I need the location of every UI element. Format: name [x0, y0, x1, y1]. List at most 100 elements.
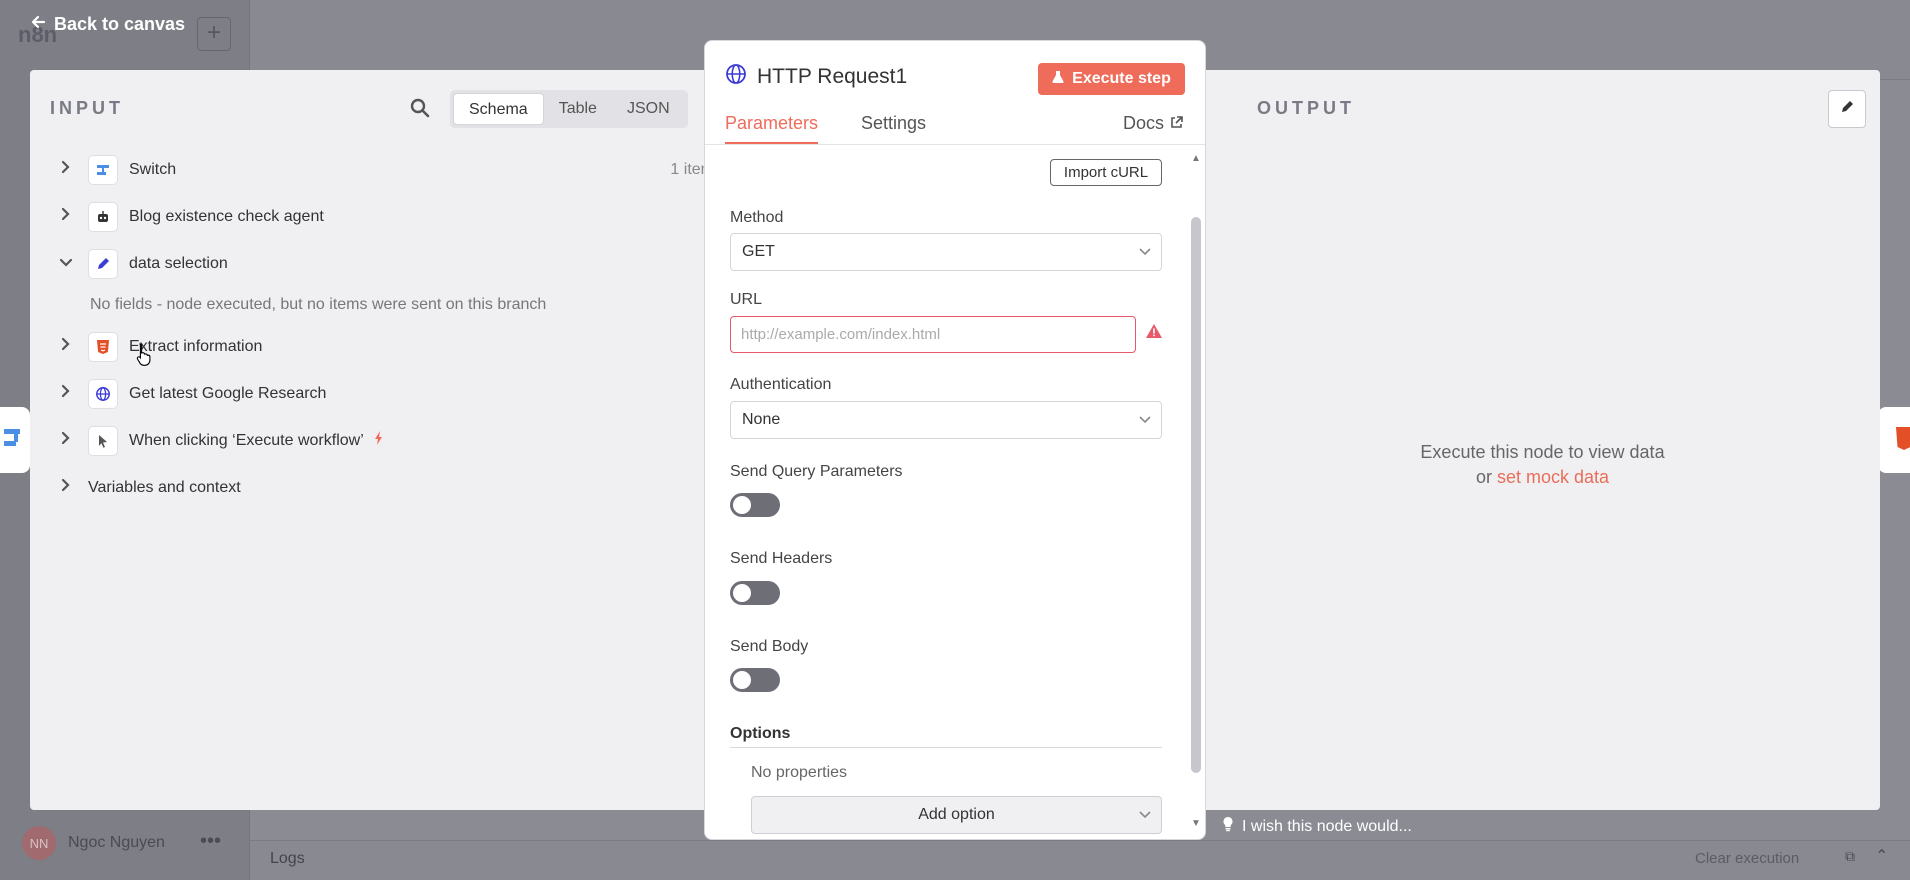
send-query-label: Send Query Parameters: [730, 463, 903, 480]
url-label: URL: [730, 291, 763, 308]
flask-icon: [1052, 70, 1064, 89]
chevron-right-icon[interactable]: [58, 478, 74, 497]
globe-icon: [88, 378, 118, 409]
back-to-canvas-label: Back to canvas: [54, 14, 186, 34]
chevron-down-icon[interactable]: [58, 255, 74, 273]
bg-chevron-up-icon: ⌃: [1875, 848, 1889, 865]
authentication-value: None: [742, 411, 781, 428]
method-label: Method: [730, 209, 784, 226]
parameters-panel: HTTP Request1 Execute step Parameters Se…: [704, 40, 1206, 840]
options-title: Options: [730, 725, 791, 742]
bg-logs-label: Logs: [270, 850, 305, 867]
arrow-left-icon: [30, 14, 46, 35]
view-schema[interactable]: Schema: [453, 93, 544, 125]
node-tabs: Parameters Settings Docs: [705, 113, 1205, 145]
send-headers-label: Send Headers: [730, 550, 833, 567]
tree-row-data-selection[interactable]: data selection: [30, 240, 720, 287]
prev-node-stub[interactable]: [0, 407, 30, 473]
warning-icon: [1145, 323, 1163, 344]
scroll-thumb[interactable]: [1191, 217, 1201, 773]
tree-label: Variables and context: [88, 478, 241, 496]
output-empty-text: Execute this node to view data: [1420, 442, 1665, 462]
view-json[interactable]: JSON: [612, 93, 685, 125]
execute-step-button[interactable]: Execute step: [1038, 63, 1185, 95]
tree-label: When clicking ‘Execute workflow’: [129, 431, 384, 450]
tree-label-text: When clicking ‘Execute workflow’: [129, 432, 364, 449]
bg-add-button: +: [197, 17, 231, 51]
send-body-toggle[interactable]: [730, 668, 780, 692]
chevron-right-icon[interactable]: [58, 207, 74, 226]
toggle-knob: [733, 496, 751, 514]
send-query-toggle[interactable]: [730, 493, 780, 517]
url-input[interactable]: [730, 316, 1136, 353]
scroll-down-icon[interactable]: ▼: [1191, 818, 1201, 829]
feedback-link[interactable]: I wish this node would...: [1222, 816, 1412, 837]
switch-icon: [4, 423, 26, 458]
add-option-button[interactable]: Add option: [751, 796, 1162, 834]
import-curl-button[interactable]: Import cURL: [1050, 159, 1162, 186]
search-icon[interactable]: [410, 98, 430, 123]
tab-docs[interactable]: Docs: [1123, 113, 1183, 134]
add-option-label: Add option: [918, 806, 995, 823]
options-divider: [730, 747, 1162, 748]
tree-row-manual-trigger[interactable]: When clicking ‘Execute workflow’: [30, 417, 720, 464]
no-properties-text: No properties: [751, 764, 848, 781]
scroll-up-icon[interactable]: ▲: [1191, 153, 1201, 164]
tree-row-google-research[interactable]: Get latest Google Research: [30, 370, 720, 417]
tree-row-blog-agent[interactable]: Blog existence check agent: [30, 193, 720, 240]
bg-clear-execution: Clear execution: [1695, 850, 1800, 867]
chevron-right-icon[interactable]: [58, 160, 74, 179]
view-table[interactable]: Table: [544, 93, 612, 125]
lightning-icon: [374, 431, 384, 449]
output-empty-or: or: [1475, 467, 1492, 487]
html5-icon: [88, 331, 118, 362]
robot-icon: [88, 201, 118, 232]
authentication-select[interactable]: None: [730, 401, 1162, 439]
chevron-right-icon[interactable]: [58, 337, 74, 356]
pencil-icon: [88, 248, 118, 279]
cursor-icon: [88, 425, 118, 456]
node-header: HTTP Request1 Execute step Parameters Se…: [705, 41, 1205, 145]
set-mock-data-link[interactable]: set mock data: [1497, 467, 1609, 487]
send-headers-toggle[interactable]: [730, 581, 780, 605]
external-link-icon: [1170, 113, 1183, 134]
chevron-right-icon[interactable]: [58, 384, 74, 403]
tab-parameters[interactable]: Parameters: [725, 113, 819, 144]
parameters-scrollbar[interactable]: ▲ ▼: [1187, 145, 1205, 839]
tree-row-switch[interactable]: Switch 1 item: [30, 146, 720, 193]
chevron-down-icon: [1139, 797, 1151, 833]
method-select[interactable]: GET: [730, 233, 1162, 271]
chevron-right-icon[interactable]: [58, 431, 74, 450]
input-title: INPUT: [50, 98, 124, 118]
method-value: GET: [742, 243, 775, 260]
pencil-icon: [1839, 99, 1855, 120]
tab-settings[interactable]: Settings: [861, 113, 926, 134]
back-to-canvas-button[interactable]: Back to canvas: [30, 14, 185, 35]
execute-step-label: Execute step: [1072, 70, 1171, 87]
bg-logs-bar: [250, 840, 1910, 880]
bg-username: Ngoc Nguyen: [68, 834, 165, 851]
edit-output-button[interactable]: [1828, 90, 1866, 128]
no-fields-message: No fields - node executed, but no items …: [90, 296, 547, 313]
tree-row-extract-information[interactable]: Extract information: [30, 323, 720, 370]
bg-more-icon: •••: [200, 830, 222, 852]
toggle-knob: [733, 584, 751, 602]
send-body-label: Send Body: [730, 638, 809, 655]
tree-label: Blog existence check agent: [129, 207, 324, 225]
bg-copy-icon: ⧉: [1845, 848, 1855, 864]
feedback-label: I wish this node would...: [1242, 817, 1412, 835]
authentication-label: Authentication: [730, 376, 832, 393]
mouse-pointer-icon: [135, 342, 153, 371]
node-title: HTTP Request1: [725, 63, 907, 91]
output-panel: OUTPUT Execute this node to view data or…: [1205, 70, 1880, 810]
view-toggle: Schema Table JSON: [450, 90, 688, 128]
tree-row-variables[interactable]: Variables and context: [30, 464, 720, 511]
avatar: NN: [22, 826, 56, 860]
output-title: OUTPUT: [1257, 98, 1355, 118]
parameters-body: Import cURL Method GET URL Authenticatio…: [705, 145, 1187, 839]
tree-label: Get latest Google Research: [129, 384, 327, 402]
next-node-stub[interactable]: [1878, 407, 1910, 473]
node-title-text[interactable]: HTTP Request1: [757, 65, 907, 89]
bg-user: NN Ngoc Nguyen: [22, 826, 165, 860]
switch-icon: [88, 154, 118, 185]
